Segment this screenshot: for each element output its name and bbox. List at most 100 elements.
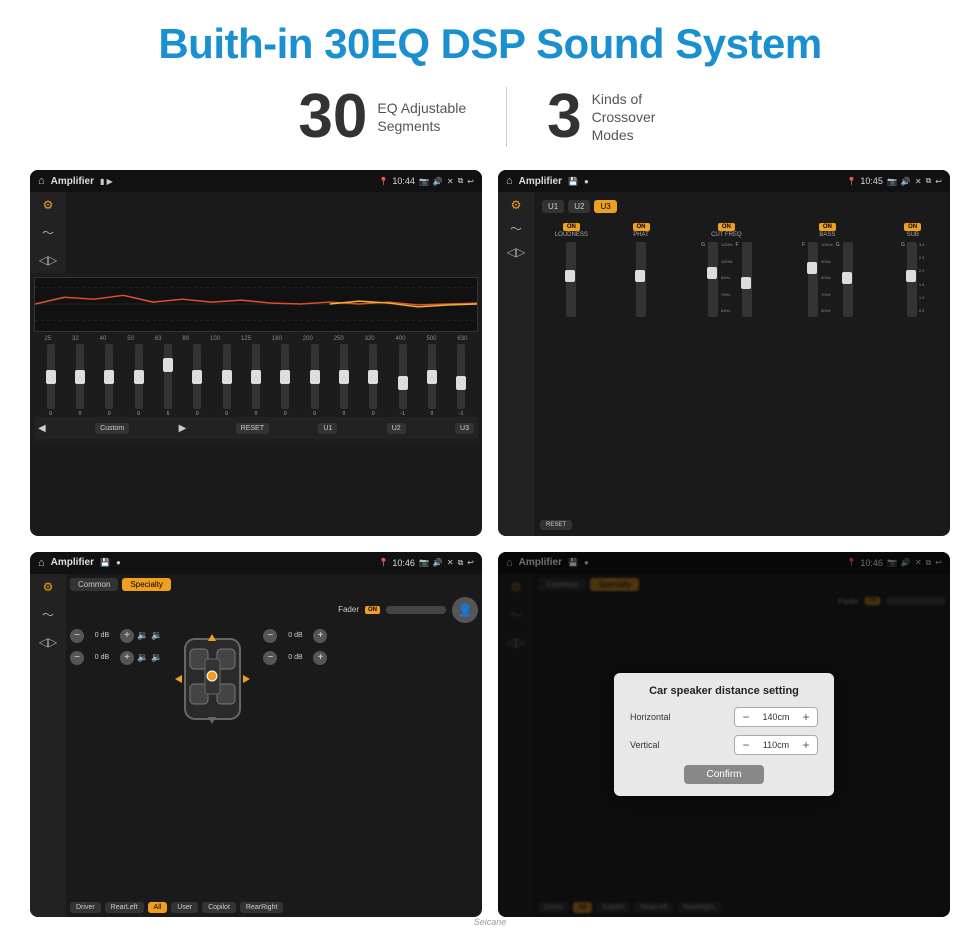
channel-loudness: ON LOUDNESS [538,221,605,514]
eq-slider-2[interactable]: 0 [76,344,84,417]
plus-tl[interactable]: + [120,629,134,643]
cutfreq-on[interactable]: ON [718,223,735,231]
confirm-button[interactable]: Confirm [684,765,764,784]
app-title-cr: Amplifier [519,176,562,187]
custom-btn[interactable]: Custom [95,423,129,434]
tab-common[interactable]: Common [70,578,118,591]
vertical-input[interactable]: − 110cm + [734,735,818,755]
close-icon-eq[interactable]: ✕ [447,177,454,186]
cutfreq-g-slider[interactable] [708,242,718,317]
eq-labels-row: 25 32 40 50 63 80 100 125 160 200 250 32… [34,336,478,342]
eq-slider-3[interactable]: 0 [105,344,113,417]
stat-eq-label: EQ AdjustableSegments [377,99,466,135]
cutfreq-f-slider[interactable] [742,242,752,317]
back-icon-cr[interactable]: ↩ [935,177,942,186]
sub-g-slider[interactable] [907,242,917,317]
minus-br[interactable]: − [263,651,277,665]
vol-icon-cr: 🔊 [901,177,911,186]
dialog-overlay: Car speaker distance setting Horizontal … [498,552,950,918]
btn-all[interactable]: All [148,902,168,913]
vertical-minus[interactable]: − [739,738,753,752]
tab-specialty[interactable]: Specialty [122,578,170,591]
back-icon-eq[interactable]: ↩ [467,177,474,186]
eq-icon-cr[interactable]: ⚙ [511,198,522,212]
u3-btn-eq[interactable]: U3 [455,423,474,434]
eq-slider-8[interactable]: 0 [252,344,260,417]
cutfreq-controls: G 125Hz 100Hz 80Hz 70Hz 60Hz [701,240,752,319]
page-container: Buith-in 30EQ DSP Sound System 30 EQ Adj… [0,0,980,939]
btn-rearright[interactable]: RearRight [240,902,284,913]
reset-btn-cr[interactable]: RESET [540,520,572,530]
phat-on[interactable]: ON [633,223,650,231]
crossover-channels: ON LOUDNESS ON PHAT [538,221,946,514]
home-icon-cr[interactable]: ⌂ [506,175,513,187]
u2-btn-eq[interactable]: U2 [387,423,406,434]
btn-rearleft[interactable]: RearLeft [105,902,144,913]
wave-icon-sp[interactable]: 〜 [42,606,54,623]
reset-btn-eq[interactable]: RESET [236,423,269,434]
bass-f-slider[interactable] [808,242,818,317]
screen-dialog: ⌂ Amplifier 💾 ● 📍 10:46 📷 🔊 ✕ ⧉ ↩ [498,552,950,918]
home-icon-sp[interactable]: ⌂ [38,557,45,569]
horizontal-input[interactable]: − 140cm + [734,707,818,727]
minus-bl[interactable]: − [70,651,84,665]
wave-panel-icon[interactable]: 〜 [42,224,54,241]
eq-slider-11[interactable]: 0 [340,344,348,417]
eq-slider-4[interactable]: 0 [135,344,143,417]
play-icon: ▮ ▶ [100,177,113,186]
vertical-plus[interactable]: + [799,738,813,752]
eq-panel-icon[interactable]: ⚙ [43,198,54,212]
right-controls: − 0 dB + − 0 dB + [263,629,327,665]
sub-on[interactable]: ON [904,223,921,231]
plus-bl[interactable]: + [120,651,134,665]
bass-on[interactable]: ON [819,223,836,231]
db-val-tr: 0 dB [280,632,310,639]
specialty-main: Common Specialty Fader ON 👤 − [66,574,482,918]
dialog-title: Car speaker distance setting [630,685,818,697]
u1-btn-eq[interactable]: U1 [318,423,337,434]
next-icon[interactable]: ▶ [179,423,187,434]
back-icon-sp[interactable]: ↩ [467,558,474,567]
eq-slider-13[interactable]: -1 [399,344,407,417]
plus-tr[interactable]: + [313,629,327,643]
btn-driver[interactable]: Driver [70,902,101,913]
fader-slider[interactable] [386,606,446,614]
loudness-on[interactable]: ON [563,223,580,231]
preset-u3[interactable]: U3 [594,200,616,213]
home-icon[interactable]: ⌂ [38,175,45,187]
eq-slider-6[interactable]: 0 [193,344,201,417]
preset-u1[interactable]: U1 [542,200,564,213]
cutfreq-name: CUT FREQ [711,232,742,238]
horizontal-minus[interactable]: − [739,710,753,724]
time-eq: 10:44 [392,176,415,186]
minus-tr[interactable]: − [263,629,277,643]
time-sp: 10:46 [392,558,415,568]
preset-u2[interactable]: U2 [568,200,590,213]
crossover-bottom: RESET [538,518,946,532]
fader-on-badge[interactable]: ON [365,606,380,614]
eq-slider-15[interactable]: -1 [457,344,465,417]
horizontal-plus[interactable]: + [799,710,813,724]
eq-slider-7[interactable]: 0 [223,344,231,417]
btn-user[interactable]: User [171,902,198,913]
btn-copilot[interactable]: Copilot [202,902,236,913]
phat-slider[interactable] [636,242,646,317]
vol-icon-sp2[interactable]: ◁▷ [39,635,57,649]
eq-slider-5[interactable]: 5 [164,344,172,417]
eq-slider-14[interactable]: 0 [428,344,436,417]
vol-panel-icon[interactable]: ◁▷ [39,253,57,267]
prev-icon[interactable]: ◀ [38,423,46,434]
eq-slider-9[interactable]: 0 [281,344,289,417]
close-icon-sp[interactable]: ✕ [447,558,454,567]
eq-slider-10[interactable]: 0 [311,344,319,417]
plus-br[interactable]: + [313,651,327,665]
wave-icon-cr[interactable]: 〜 [510,220,522,237]
eq-icon-sp[interactable]: ⚙ [43,580,54,594]
bass-g-slider[interactable] [843,242,853,317]
eq-slider-12[interactable]: 0 [369,344,377,417]
close-icon-cr[interactable]: ✕ [915,177,922,186]
vol-icon-cr2[interactable]: ◁▷ [507,245,525,259]
eq-slider-1[interactable]: 0 [47,344,55,417]
loudness-slider[interactable] [566,242,576,317]
minus-tl[interactable]: − [70,629,84,643]
